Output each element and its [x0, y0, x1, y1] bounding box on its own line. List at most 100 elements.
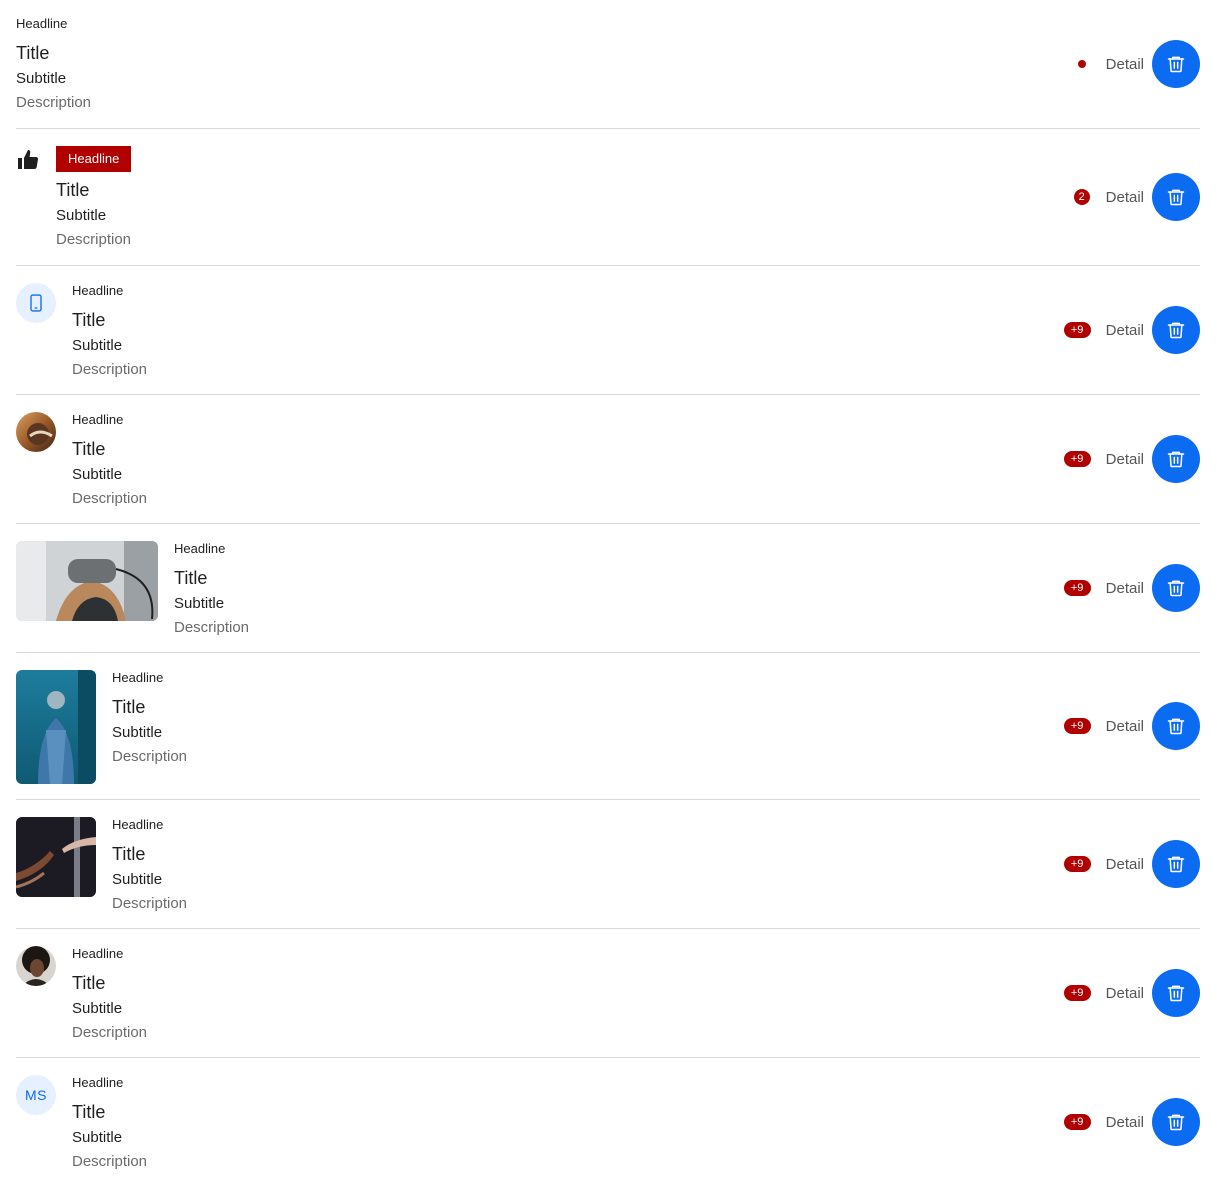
list-item-content: Headline Title Subtitle Description [56, 146, 132, 249]
thumbnail-image [16, 541, 158, 621]
detail-link[interactable]: Detail [1106, 718, 1144, 735]
leading-icon-container [16, 283, 56, 323]
list-item-content: Headline Title Subtitle Description [72, 1075, 147, 1171]
title: Title [72, 973, 106, 993]
detail-link[interactable]: Detail [1106, 189, 1144, 206]
subtitle: Subtitle [72, 1000, 123, 1017]
subtitle: Subtitle [72, 1129, 123, 1146]
detail-link[interactable]: Detail [1106, 985, 1144, 1002]
list-item[interactable]: Headline Title Subtitle Description +9 D… [16, 929, 1200, 1058]
subtitle: Subtitle [112, 724, 163, 741]
subtitle: Subtitle [16, 70, 67, 87]
detail-link[interactable]: Detail [1106, 856, 1144, 873]
list-item[interactable]: Headline Title Subtitle Description +9 D… [16, 266, 1200, 395]
count-badge: +9 [1063, 985, 1091, 1001]
delete-button[interactable] [1152, 173, 1200, 221]
thumbs-up-icon [18, 150, 39, 170]
description: Description [72, 1024, 148, 1041]
person-photo [16, 670, 96, 784]
count-badge: +9 [1063, 1114, 1091, 1130]
avatar [16, 946, 56, 986]
trash-icon [1167, 56, 1185, 73]
list-item-content: Headline Title Subtitle Description [72, 946, 147, 1042]
delete-button[interactable] [1152, 1098, 1200, 1146]
count-badge: +9 [1063, 856, 1091, 872]
list-item[interactable]: Headline Title Subtitle Description +9 D… [16, 653, 1200, 800]
list-item[interactable]: Headline Title Subtitle Description Deta… [16, 0, 1200, 129]
trash-icon [1167, 451, 1185, 468]
list-item-actions: Detail [1077, 0, 1200, 128]
list-item[interactable]: Headline Title Subtitle Description 2 De… [16, 129, 1200, 266]
trash-icon [1167, 856, 1185, 873]
delete-button[interactable] [1152, 40, 1200, 88]
mobile-phone-icon [30, 294, 42, 312]
delete-button[interactable] [1152, 969, 1200, 1017]
subtitle: Subtitle [56, 207, 107, 224]
leading [16, 148, 40, 177]
thumbnail-image [16, 817, 96, 897]
list-item-actions: 2 Detail [1073, 129, 1200, 265]
description: Description [56, 231, 132, 248]
trash-icon [1167, 580, 1185, 597]
description: Description [174, 619, 250, 636]
description: Description [112, 895, 188, 912]
avatar-photo-image [16, 412, 56, 452]
list-item-content: Headline Title Subtitle Description [72, 283, 147, 379]
initials-text: MS [25, 1087, 47, 1103]
headline: Headline [112, 670, 164, 685]
notification-dot-badge [1077, 60, 1086, 68]
headline: Headline [112, 817, 164, 832]
list-item-actions: +9 Detail [1063, 395, 1200, 523]
count-badge: 2 [1073, 189, 1090, 205]
count-badge: +9 [1063, 580, 1091, 596]
list-item[interactable]: Headline Title Subtitle Description +9 D… [16, 524, 1200, 653]
headline: Headline [72, 1075, 124, 1090]
title: Title [72, 310, 106, 330]
description: Description [112, 748, 188, 765]
detail-link[interactable]: Detail [1106, 56, 1144, 73]
title: Title [16, 43, 50, 63]
subtitle: Subtitle [72, 466, 123, 483]
detail-link[interactable]: Detail [1106, 322, 1144, 339]
avatar-photo-image [16, 946, 56, 986]
description: Description [72, 1153, 148, 1170]
list-item-actions: +9 Detail [1063, 1058, 1200, 1186]
delete-button[interactable] [1152, 702, 1200, 750]
trash-icon [1167, 718, 1185, 735]
list-item-content: Headline Title Subtitle Description [112, 817, 187, 913]
headline: Headline [174, 541, 226, 556]
headline: Headline [16, 16, 68, 31]
description: Description [16, 94, 92, 111]
description: Description [72, 361, 148, 378]
list-item-actions: +9 Detail [1063, 524, 1200, 652]
avatar [16, 412, 56, 452]
count-badge: +9 [1063, 322, 1091, 338]
list: Headline Title Subtitle Description Deta… [16, 0, 1200, 1186]
delete-button[interactable] [1152, 564, 1200, 612]
trash-icon [1167, 322, 1185, 339]
subtitle: Subtitle [174, 595, 225, 612]
delete-button[interactable] [1152, 435, 1200, 483]
trash-icon [1167, 1114, 1185, 1131]
subtitle: Subtitle [72, 337, 123, 354]
headline: Headline [72, 412, 124, 427]
headline: Headline [72, 946, 124, 961]
thumbnail-image [16, 670, 96, 784]
delete-button[interactable] [1152, 840, 1200, 888]
delete-button[interactable] [1152, 306, 1200, 354]
detail-link[interactable]: Detail [1106, 451, 1144, 468]
hands-photo [16, 817, 96, 897]
list-item[interactable]: Headline Title Subtitle Description +9 D… [16, 395, 1200, 524]
detail-link[interactable]: Detail [1106, 1114, 1144, 1131]
vr-headset-photo [16, 541, 158, 621]
list-item-content: Headline Title Subtitle Description [16, 16, 91, 112]
list-item-actions: +9 Detail [1063, 266, 1200, 394]
title: Title [72, 439, 106, 459]
headline-tag: Headline [56, 146, 132, 172]
list-item[interactable]: MS Headline Title Subtitle Description +… [16, 1058, 1200, 1186]
detail-link[interactable]: Detail [1106, 580, 1144, 597]
title: Title [112, 697, 146, 717]
list-item[interactable]: Headline Title Subtitle Description +9 D… [16, 800, 1200, 929]
trash-icon [1167, 985, 1185, 1002]
list-item-content: Headline Title Subtitle Description [174, 541, 249, 637]
